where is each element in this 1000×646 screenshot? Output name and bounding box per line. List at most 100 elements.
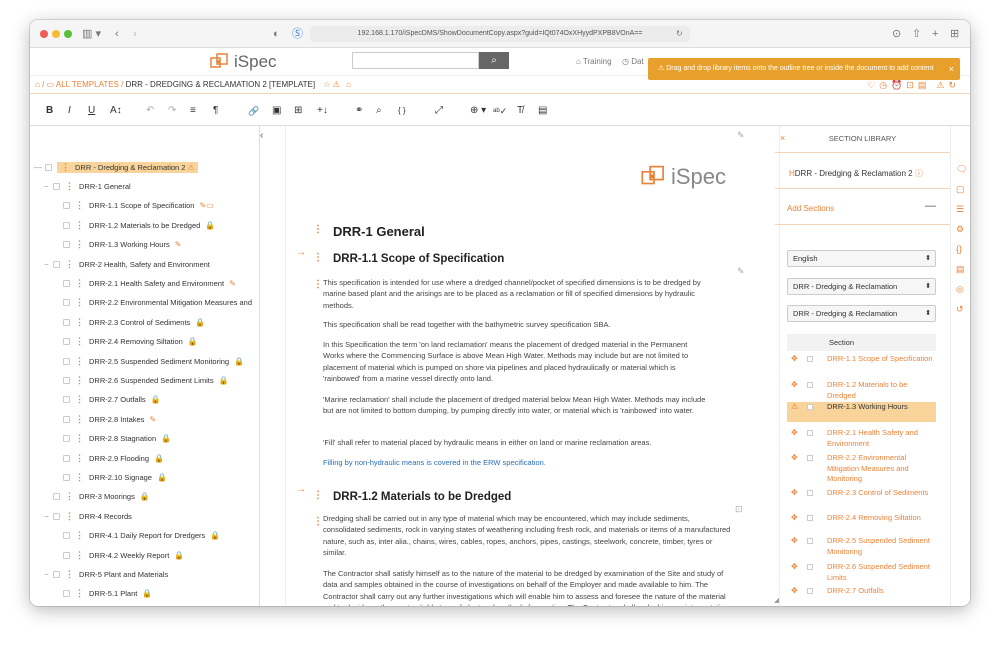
library-row-checkbox[interactable] [807, 382, 813, 388]
tree-item[interactable]: − ⋮ DRR-2 Health, Safety and Environment [44, 255, 210, 274]
image-button[interactable]: ▣ [272, 104, 281, 118]
tree-item[interactable]: ⋮ DRR-4.2 Weekly Report 🔒 [63, 546, 184, 565]
collapse-add-sections-button[interactable]: — [925, 200, 936, 212]
drag-handle-icon[interactable]: ⋮ [313, 224, 323, 235]
move-icon[interactable]: ✥ [791, 562, 798, 573]
library-row-checkbox[interactable] [807, 490, 813, 496]
target-icon[interactable]: ◎ [956, 284, 964, 295]
notes-icon[interactable]: ▢ [956, 184, 965, 195]
move-icon[interactable]: ✥ [791, 354, 798, 365]
tree-checkbox[interactable] [63, 280, 70, 287]
ispec-logo[interactable]: iSpec [210, 51, 277, 73]
paragraph-link[interactable]: Filling by non-hydraulic means is covere… [323, 457, 708, 468]
insert-button[interactable]: +↓ [317, 104, 328, 118]
tree-checkbox[interactable] [63, 551, 70, 559]
tree-checkbox[interactable] [63, 396, 70, 404]
spellcheck-button[interactable]: ᵃᵇ✓ [493, 104, 507, 118]
tree-item[interactable]: ⋮ DRR-2.5 Suspended Sediment Monitoring 🔒 [63, 352, 244, 371]
drag-handle-icon[interactable]: ⋮ [75, 297, 84, 308]
library-row[interactable]: ✥ DRR-2.2 Environmental Mitigation Measur… [787, 453, 936, 485]
zoom-button[interactable]: ⊕ ▾ [470, 104, 486, 118]
drag-handle-icon[interactable]: ⋮ [75, 394, 84, 405]
tree-checkbox[interactable] [53, 512, 60, 520]
code-button[interactable]: { } [398, 104, 406, 118]
library-row[interactable]: ✥ DRR-2.1 Health Safety and Environment [787, 428, 936, 450]
splitter-collapse-icon[interactable]: ‹ [260, 130, 263, 141]
library-row-checkbox[interactable] [807, 455, 813, 461]
tree-item[interactable]: ⋮ DRR-3 Moorings 🔒 [44, 487, 150, 506]
tab-overview-icon[interactable]: ⊞ [950, 27, 959, 41]
tree-item[interactable]: ⋮DRR-5.2 Methods✎ [63, 604, 161, 606]
edit-pencil-icon[interactable]: ✎ [737, 266, 745, 277]
collapse-toggle[interactable]: − [44, 260, 50, 269]
alert-icon[interactable]: ⚠ [936, 80, 948, 90]
document-editor[interactable]: iSpec ✎ ⋮ DRR-1 General → ⋮ DRR-1.1 Scop… [285, 126, 780, 606]
library-row[interactable]: ✥ DRR-2.6 Suspended Sediment Limits [787, 562, 936, 584]
drag-handle-icon[interactable]: ⋮ [75, 414, 84, 425]
drag-handle-icon[interactable]: ⋮ [75, 317, 84, 328]
tree-item[interactable]: − ⋮ DRR-1 General [44, 177, 131, 196]
tree-checkbox[interactable] [45, 164, 52, 171]
tree-checkbox[interactable] [53, 493, 60, 501]
link-button[interactable]: 🔗 [248, 104, 259, 118]
add-sections-label[interactable]: Add Sections [787, 204, 834, 213]
tree-item[interactable]: ⋮ DRR-2.9 Flooding 🔒 [63, 449, 164, 468]
italic-button[interactable]: I [68, 104, 71, 118]
search-button[interactable]: ⌕ [479, 52, 509, 69]
redo-button[interactable]: ↷ [168, 104, 176, 118]
tree-item[interactable]: ⋮ DRR-1.3 Working Hours ✎ [63, 235, 181, 254]
tree-root[interactable]: — ⋮ DRR - Dredging & Reclamation 2 ⚠ [34, 158, 199, 177]
extension-icon[interactable]: Ⓢ [292, 27, 303, 41]
library-row-checkbox[interactable] [807, 564, 813, 570]
home-icon[interactable]: ⌂ [35, 80, 40, 89]
tree-checkbox[interactable] [53, 260, 60, 268]
tree-item[interactable]: ⋮ DRR-2.7 Outfalls 🔒 [63, 390, 161, 409]
new-tab-icon[interactable]: + [932, 27, 938, 41]
underline-button[interactable]: U [88, 104, 95, 118]
like-icon[interactable]: ♡ [867, 80, 879, 90]
tree-checkbox[interactable] [63, 338, 70, 346]
drag-handle-icon[interactable]: ⋮ [75, 433, 84, 444]
drag-handle-icon[interactable]: ⋮ [75, 550, 84, 561]
font-size-button[interactable]: A↕ [110, 104, 122, 118]
refresh-icon[interactable]: ↻ [948, 80, 960, 90]
move-icon[interactable]: ✥ [791, 428, 798, 439]
lock-icon[interactable]: ⊡ [906, 80, 918, 90]
tag-icon[interactable]: ⌂ [346, 80, 351, 89]
help-icon[interactable]: ⓘ [915, 169, 923, 178]
tree-checkbox[interactable] [63, 415, 70, 423]
close-window-button[interactable] [40, 30, 48, 38]
drag-handle-icon[interactable]: ⋮ [75, 220, 84, 231]
tree-item[interactable]: ⋮ DRR-2.10 Signage 🔒 [63, 468, 167, 487]
tree-item[interactable]: ⋮ DRR-1.1 Scope of Specification ✎▭ [63, 196, 214, 215]
drag-handle-icon[interactable]: ⋮ [313, 490, 323, 501]
move-icon[interactable]: ✥ [791, 536, 798, 547]
tree-item[interactable]: − ⋮ DRR-4 Records [44, 507, 132, 526]
reload-icon[interactable]: ↻ [676, 27, 683, 41]
tree-item[interactable]: ⋮ DRR-2.1 Health Safety and Environment ✎ [63, 274, 236, 293]
align-button[interactable]: ≡ [190, 104, 196, 118]
tree-checkbox[interactable] [63, 299, 70, 307]
tree-item[interactable]: ⋮ DRR-4.1 Daily Report for Dredgers 🔒 [63, 526, 220, 545]
library-row-checkbox[interactable] [807, 515, 813, 521]
tree-checkbox[interactable] [63, 241, 70, 249]
tree-checkbox[interactable] [63, 454, 70, 462]
bold-button[interactable]: B [46, 104, 53, 118]
address-bar[interactable]: 192.168.1.170/iSpecDMS/ShowDocumentCopy.… [310, 26, 690, 42]
drag-handle-icon[interactable]: ⋮ [65, 511, 74, 522]
comments-icon[interactable]: 🗨 [956, 164, 967, 175]
search-input[interactable] [352, 52, 479, 69]
drag-handle-icon[interactable]: ⋮ [65, 259, 74, 270]
tree-item[interactable]: ⋮ DRR-5.1 Plant 🔒 [63, 584, 152, 603]
forward-icon[interactable]: › [133, 27, 137, 41]
move-icon[interactable]: ✥ [791, 586, 798, 597]
minimize-window-button[interactable] [52, 30, 60, 38]
tree-item[interactable]: − ⋮ DRR-5 Plant and Materials [44, 565, 168, 584]
library-row-checkbox[interactable] [807, 430, 813, 436]
star-icon[interactable]: ☆ [323, 80, 330, 89]
print-icon[interactable]: ▤ [918, 80, 931, 90]
history-icon[interactable]: ◷ [879, 80, 891, 90]
tree-item[interactable]: ⋮ DRR-1.2 Materials to be Dredged 🔒 [63, 216, 215, 235]
tree-checkbox[interactable] [63, 357, 70, 365]
move-icon[interactable]: ✥ [791, 513, 798, 524]
